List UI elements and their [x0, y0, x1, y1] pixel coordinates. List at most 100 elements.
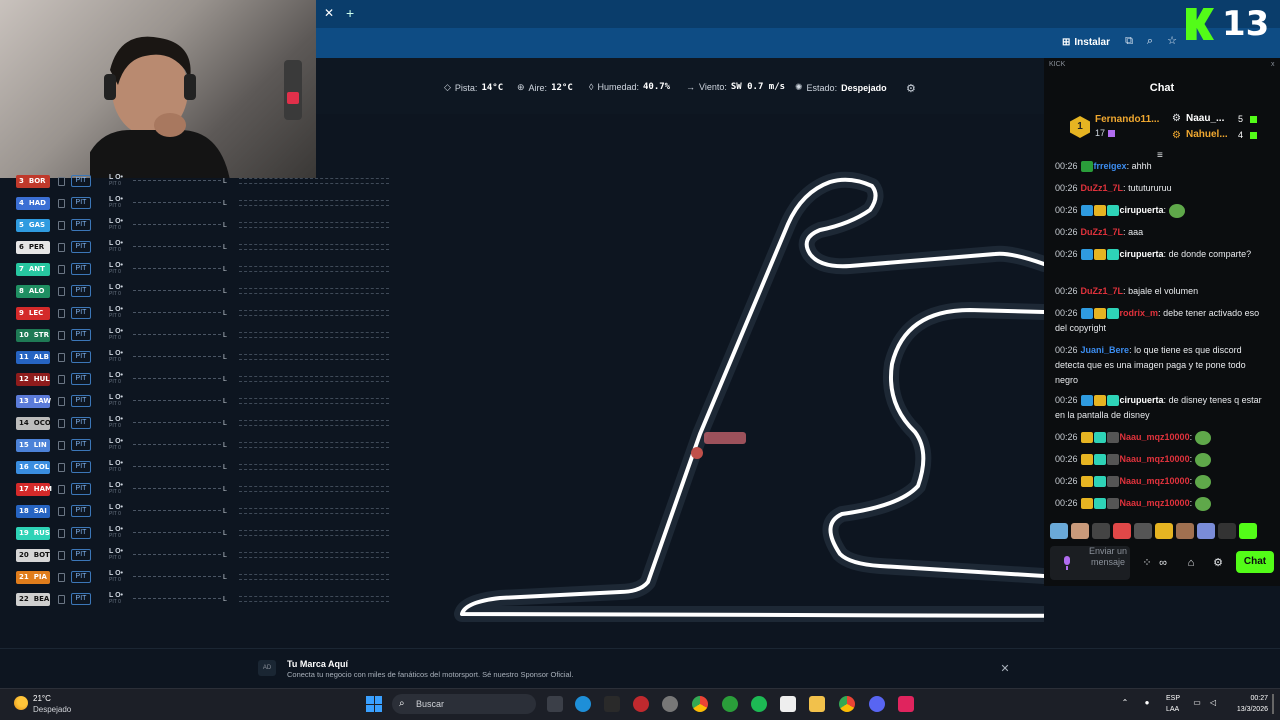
edge-icon[interactable]: [575, 696, 591, 712]
timing-row[interactable]: 15 LIN PIT L O• PIT 0 L: [16, 434, 406, 456]
timing-row[interactable]: 19 RUS PIT L O• PIT 0 L: [16, 522, 406, 544]
driver-tag[interactable]: 16 COL: [16, 460, 50, 474]
timing-row[interactable]: 9 LEC PIT L O• PIT 0 L: [16, 302, 406, 324]
message-username[interactable]: Naau_mqz10000: [1120, 432, 1190, 442]
tiktok-icon[interactable]: [898, 696, 914, 712]
spotify-icon[interactable]: [751, 696, 767, 712]
timing-row[interactable]: 5 GAS PIT L O• PIT 0 L: [16, 214, 406, 236]
timing-row[interactable]: 10 STR PIT L O• PIT 0 L: [16, 324, 406, 346]
driver-tag[interactable]: 6 PER: [16, 240, 50, 254]
timing-row[interactable]: 11 ALB PIT L O• PIT 0 L: [16, 346, 406, 368]
chat-message[interactable]: 00:26 DuZz1_7L: aaa: [1055, 225, 1269, 240]
bookmark-star-icon[interactable]: ☆: [1165, 34, 1179, 48]
store-icon[interactable]: ⌂: [1184, 556, 1198, 570]
chat-close-button[interactable]: x: [1271, 61, 1275, 68]
message-username[interactable]: Naau_mqz10000: [1120, 454, 1190, 464]
driver-tag[interactable]: 11 ALB: [16, 350, 50, 364]
translate-icon[interactable]: ⧉: [1122, 34, 1136, 48]
settings-gear-icon[interactable]: ⚙: [906, 82, 916, 95]
send-chat-button[interactable]: Chat: [1236, 551, 1274, 573]
folder-icon[interactable]: [809, 696, 825, 712]
timing-row[interactable]: 16 COL PIT L O• PIT 0 L: [16, 456, 406, 478]
taskbar-weather-temp[interactable]: 21°C: [33, 694, 51, 703]
chat-message[interactable]: 00:26 cirupuerta: de disney tenes q estar…: [1055, 393, 1269, 423]
tab-close-icon[interactable]: ✕: [322, 6, 336, 20]
message-username[interactable]: Naau_mqz10000: [1120, 498, 1190, 508]
chat-message[interactable]: 00:26 Naau_mqz10000:: [1055, 496, 1269, 511]
timing-row[interactable]: 8 ALO PIT L O• PIT 0 L: [16, 280, 406, 302]
driver-tag[interactable]: 14 OCO: [16, 416, 51, 430]
leaderboard-first-name[interactable]: Fernando11...: [1095, 114, 1159, 125]
chat-settings-icon[interactable]: ⚙: [1211, 556, 1225, 570]
xbox-icon[interactable]: [722, 696, 738, 712]
driver-tag[interactable]: 20 BOT: [16, 548, 50, 562]
network-icon[interactable]: ▭: [1192, 698, 1202, 708]
emote-icon[interactable]: [1218, 523, 1236, 539]
leaderboard-third-name[interactable]: Nahuel...: [1186, 129, 1228, 140]
timing-row[interactable]: 21 PIA PIT L O• PIT 0 L: [16, 566, 406, 588]
driver-tag[interactable]: 12 HUL: [16, 372, 50, 386]
message-username[interactable]: cirupuerta: [1120, 249, 1164, 259]
capcut-icon[interactable]: [780, 696, 796, 712]
timing-row[interactable]: 12 HUL PIT L O• PIT 0 L: [16, 368, 406, 390]
timing-row[interactable]: 18 SAI PIT L O• PIT 0 L: [16, 500, 406, 522]
lang-bottom[interactable]: LAA: [1166, 706, 1179, 713]
message-username[interactable]: Naau_mqz10000: [1120, 476, 1190, 486]
install-button[interactable]: ⊞ Instalar: [1062, 33, 1114, 51]
discord-icon[interactable]: [869, 696, 885, 712]
driver-tag[interactable]: 13 LAW: [16, 394, 51, 408]
chat-message[interactable]: 00:26 Naau_mqz10000:: [1055, 430, 1269, 445]
timing-row[interactable]: 3 BOR PIT L O• PIT 0 L: [16, 170, 406, 192]
timing-row[interactable]: 22 BEA PIT L O• PIT 0 L: [16, 588, 406, 610]
driver-tag[interactable]: 21 PIA: [16, 570, 50, 584]
driver-tag[interactable]: 10 STR: [16, 328, 50, 342]
driver-tag[interactable]: 17 HAM: [16, 482, 52, 496]
chat-message[interactable]: 00:26 Juani_Bere: lo que tiene es que dis…: [1055, 343, 1269, 388]
zoom-icon[interactable]: ⌕: [1143, 34, 1157, 48]
app-icon[interactable]: [604, 696, 620, 712]
chat-message[interactable]: 00:26 DuZz1_7L: bajale el volumen: [1055, 284, 1269, 299]
emote-icon[interactable]: [1134, 523, 1152, 539]
message-username[interactable]: DuZz1_7L: [1081, 227, 1124, 237]
github-icon[interactable]: [662, 696, 678, 712]
task-view-icon[interactable]: [547, 696, 563, 712]
ad-title[interactable]: Tu Marca Aquí: [287, 659, 348, 669]
chat-message[interactable]: 00:26 Naau_mqz10000:: [1055, 452, 1269, 467]
chrome-icon[interactable]: [839, 696, 855, 712]
emote-icon[interactable]: [1155, 523, 1173, 539]
emote-icon[interactable]: [1197, 523, 1215, 539]
emote-icon[interactable]: [1176, 523, 1194, 539]
chat-message[interactable]: 00:26 Naau_mqz10000:: [1055, 474, 1269, 489]
driver-tag[interactable]: 9 LEC: [16, 306, 50, 320]
driver-tag[interactable]: 22 BEA: [16, 592, 50, 606]
mic-icon[interactable]: [1061, 556, 1073, 570]
message-username[interactable]: DuZz1_7L: [1081, 286, 1124, 296]
leaderboard-second-name[interactable]: Naau_...: [1186, 113, 1224, 124]
message-username[interactable]: cirupuerta: [1120, 395, 1164, 405]
ad-close-icon[interactable]: ✕: [998, 662, 1012, 676]
chat-message[interactable]: 00:26 DuZz1_7L: tututururuu: [1055, 181, 1269, 196]
chrome-icon[interactable]: [692, 696, 708, 712]
tray-mic-icon[interactable]: ●: [1142, 698, 1152, 708]
app-red-icon[interactable]: [633, 696, 649, 712]
emote-icon[interactable]: [1113, 523, 1131, 539]
driver-tag[interactable]: 19 RUS: [16, 526, 50, 540]
timing-row[interactable]: 14 OCO PIT L O• PIT 0 L: [16, 412, 406, 434]
clock-date[interactable]: 13/3/2026: [1218, 706, 1268, 713]
points-icon[interactable]: ⁘: [1140, 556, 1154, 570]
message-username[interactable]: Juani_Bere: [1081, 345, 1130, 355]
emote-icon[interactable]: [1092, 523, 1110, 539]
message-username[interactable]: DuZz1_7L: [1081, 183, 1124, 193]
timing-row[interactable]: 17 HAM PIT L O• PIT 0 L: [16, 478, 406, 500]
chat-message[interactable]: 00:26 rodrix_m: debe tener activado eso d…: [1055, 306, 1269, 336]
timing-row[interactable]: 4 HAD PIT L O• PIT 0 L: [16, 192, 406, 214]
volume-icon[interactable]: ◁: [1208, 698, 1218, 708]
timing-row[interactable]: 6 PER PIT L O• PIT 0 L: [16, 236, 406, 258]
message-username[interactable]: rodrix_m: [1120, 308, 1159, 318]
timing-row[interactable]: 13 LAW PIT L O• PIT 0 L: [16, 390, 406, 412]
driver-tag[interactable]: 15 LIN: [16, 438, 50, 452]
message-username[interactable]: cirupuerta: [1120, 205, 1164, 215]
driver-tag[interactable]: 8 ALO: [16, 284, 50, 298]
windows-start-icon[interactable]: [366, 696, 382, 712]
driver-tag[interactable]: 18 SAI: [16, 504, 50, 518]
